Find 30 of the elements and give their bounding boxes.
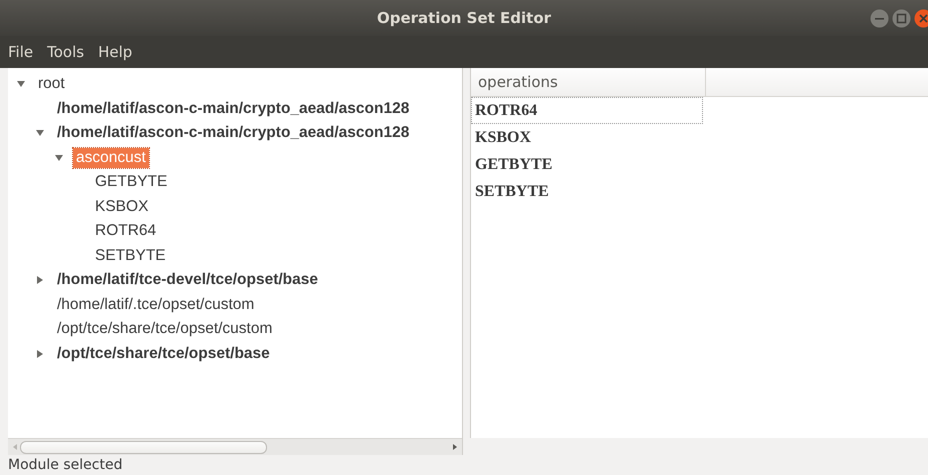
close-icon[interactable] [914, 9, 928, 28]
tree-item[interactable]: root [35, 74, 68, 94]
tree-item[interactable]: /opt/tce/share/tce/opset/base [54, 344, 273, 364]
horizontal-scrollbar[interactable] [8, 438, 462, 455]
expanded-icon[interactable] [36, 129, 44, 138]
tree-item[interactable]: /home/latif/ascon-c-main/crypto_aead/ascon128 [54, 98, 412, 119]
window-title: Operation Set Editor [376, 9, 552, 27]
table-cell[interactable]: ROTR64 [471, 97, 703, 124]
tree-item[interactable]: GETBYTE [92, 172, 170, 192]
tree-item[interactable]: /home/latif/ascon-c-main/crypto_aead/ascon128 [54, 123, 412, 144]
collapsed-icon[interactable] [36, 350, 44, 358]
tree-item[interactable]: KSBOX [92, 196, 152, 217]
tree-item[interactable]: /opt/tce/share/tce/opset/custom [54, 319, 276, 340]
expanded-icon[interactable] [16, 80, 24, 88]
status-text: Module selected [8, 457, 122, 473]
table-cell[interactable]: GETBYTE [471, 151, 703, 178]
menu-item[interactable]: Help [98, 43, 132, 61]
menu-item[interactable]: Tools [47, 43, 84, 61]
tree-item[interactable]: ROTR64 [92, 221, 160, 242]
table-cell[interactable]: KSBOX [471, 124, 703, 151]
menu-item[interactable]: File [8, 43, 34, 61]
minimize-icon[interactable] [870, 9, 889, 28]
scrollbar-thumb[interactable] [20, 440, 267, 454]
tree-item[interactable]: /home/latif/tce-devel/tce/opset/base [54, 270, 322, 290]
maximize-icon[interactable] [892, 9, 911, 28]
tree-item[interactable]: SETBYTE [92, 246, 169, 266]
tree-item[interactable]: /home/latif/.tce/opset/custom [54, 294, 258, 315]
collapsed-icon[interactable] [36, 276, 44, 284]
table-cell[interactable]: SETBYTE [471, 178, 703, 205]
expanded-icon[interactable] [54, 154, 62, 162]
